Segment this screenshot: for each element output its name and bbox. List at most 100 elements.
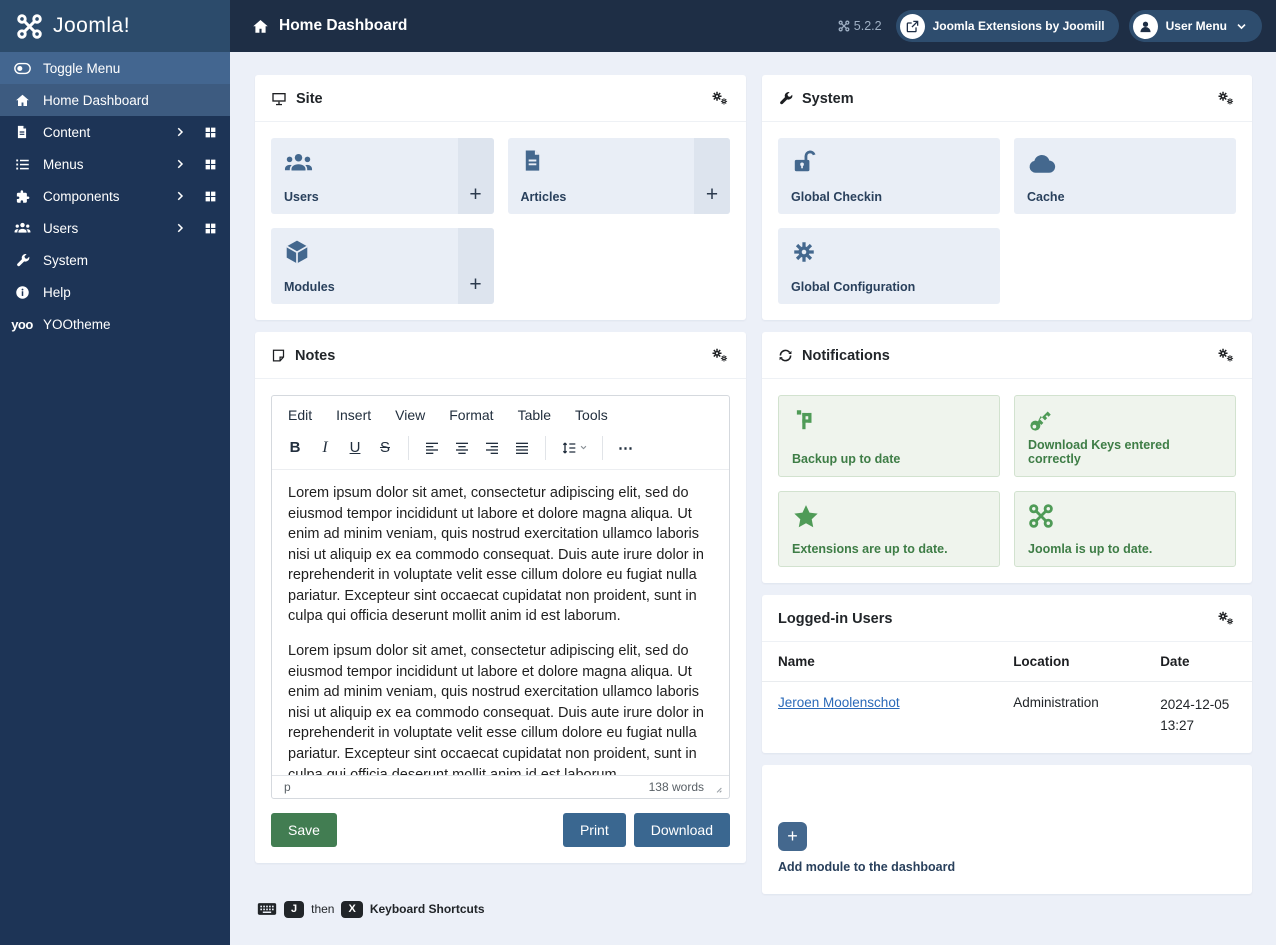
- justify-button[interactable]: [507, 434, 537, 461]
- sidebar-item-toggle-menu[interactable]: Toggle Menu: [0, 52, 230, 84]
- align-left-button[interactable]: [417, 434, 447, 461]
- sidebar-item-home-dashboard[interactable]: Home Dashboard: [0, 84, 230, 116]
- card-label: Global Checkin: [791, 190, 882, 204]
- bold-button[interactable]: B: [280, 434, 310, 461]
- sidebar-item-help[interactable]: Help: [0, 276, 230, 308]
- menu-view[interactable]: View: [395, 407, 425, 423]
- modules-add-button[interactable]: +: [457, 228, 494, 304]
- user-name-link[interactable]: Jeroen Moolenschot: [778, 695, 900, 710]
- global-configuration-card[interactable]: Global Configuration: [778, 228, 1000, 304]
- menu-format[interactable]: Format: [449, 407, 493, 423]
- strikethrough-button[interactable]: S: [370, 434, 400, 461]
- align-center-button[interactable]: [447, 434, 477, 461]
- dashboard-grid-icon[interactable]: [204, 190, 217, 203]
- dashboard-grid-icon[interactable]: [204, 158, 217, 171]
- underline-button[interactable]: U: [340, 434, 370, 461]
- dashboard-grid-icon[interactable]: [204, 222, 217, 235]
- more-toolbar-button[interactable]: ⋯: [611, 434, 641, 461]
- sidebar-menu: Toggle Menu Home Dashboard Content Menus: [0, 52, 230, 340]
- italic-button[interactable]: I: [310, 434, 340, 461]
- logo-text: Joomla!: [53, 14, 131, 37]
- menu-table[interactable]: Table: [518, 407, 551, 423]
- sidebar-item-users[interactable]: Users: [0, 212, 230, 244]
- menu-edit[interactable]: Edit: [288, 407, 312, 423]
- card-label: Global Configuration: [791, 280, 916, 294]
- panel-options-button[interactable]: [711, 90, 730, 107]
- global-checkin-card[interactable]: Global Checkin: [778, 138, 1000, 214]
- modules-card[interactable]: Modules +: [271, 228, 494, 304]
- gear-icon: [791, 239, 987, 265]
- resize-handle-icon[interactable]: [710, 781, 723, 794]
- card-label: Users: [284, 190, 319, 204]
- column-header-location: Location: [997, 642, 1145, 682]
- sidebar-item-label: Menus: [43, 156, 84, 172]
- chevron-right-icon[interactable]: [174, 126, 186, 138]
- wrench-icon: [778, 91, 793, 106]
- joomla-update-status-card[interactable]: Joomla is up to date.: [1014, 491, 1236, 567]
- extensions-button[interactable]: Joomla Extensions by Joomill: [895, 10, 1119, 42]
- download-keys-status-card[interactable]: Download Keys entered correctly: [1014, 395, 1236, 477]
- align-right-button[interactable]: [477, 434, 507, 461]
- articles-add-button[interactable]: +: [694, 138, 730, 214]
- logged-in-users-panel: Logged-in Users Name Location Date Jeroe…: [762, 595, 1252, 753]
- column-header-date: Date: [1144, 642, 1252, 682]
- cogs-icon: [1217, 610, 1236, 627]
- users-card[interactable]: Users +: [271, 138, 494, 214]
- table-row: Jeroen Moolenschot Administration 2024-1…: [762, 682, 1252, 753]
- sidebar-item-menus[interactable]: Menus: [0, 148, 230, 180]
- backup-status-card[interactable]: Backup up to date: [778, 395, 1000, 477]
- rich-text-editor: Edit Insert View Format Table Tools B I: [271, 395, 730, 799]
- cogs-icon: [1217, 90, 1236, 107]
- sidebar-item-label: Home Dashboard: [43, 92, 149, 108]
- articles-card[interactable]: Articles +: [507, 138, 730, 214]
- document-icon: [13, 125, 31, 139]
- panel-options-button[interactable]: [1217, 347, 1236, 364]
- chevron-right-icon[interactable]: [174, 158, 186, 170]
- panel-options-button[interactable]: [1217, 90, 1236, 107]
- sidebar-item-label: YOOtheme: [43, 316, 111, 332]
- right-column: System Global Checkin Cache Global Confi…: [762, 75, 1252, 894]
- joomla-logo-icon: [16, 13, 43, 40]
- toolbar-separator: [602, 435, 603, 460]
- users-add-button[interactable]: +: [457, 138, 494, 214]
- download-button[interactable]: Download: [633, 813, 730, 847]
- yootheme-icon: yoo: [11, 316, 33, 332]
- sidebar-item-label: Content: [43, 124, 91, 140]
- user-menu-button[interactable]: User Menu: [1128, 10, 1262, 42]
- line-height-button[interactable]: [554, 434, 594, 461]
- sidebar-item-yootheme[interactable]: yoo YOOtheme: [0, 308, 230, 340]
- save-button[interactable]: Save: [271, 813, 337, 847]
- left-column: Site Users + Articles + Modules + Notes …: [255, 75, 746, 863]
- page-title: Home Dashboard: [279, 17, 408, 34]
- sidebar-item-components[interactable]: Components: [0, 180, 230, 212]
- menu-insert[interactable]: Insert: [336, 407, 371, 423]
- key-icon: [1028, 407, 1222, 433]
- extensions-status-card[interactable]: Extensions are up to date.: [778, 491, 1000, 567]
- panel-options-button[interactable]: [1217, 610, 1236, 627]
- chevron-right-icon[interactable]: [174, 222, 186, 234]
- chevron-down-icon: [1235, 20, 1248, 33]
- panel-options-button[interactable]: [711, 347, 730, 364]
- notes-panel-body: Edit Insert View Format Table Tools B I: [255, 379, 746, 863]
- site-panel: Site Users + Articles + Modules +: [255, 75, 746, 320]
- logo-bar: Joomla!: [0, 0, 230, 52]
- panel-title: Notifications: [802, 347, 890, 364]
- keyboard-shortcuts-label[interactable]: Keyboard Shortcuts: [370, 902, 485, 916]
- editor-content[interactable]: Lorem ipsum dolor sit amet, consectetur …: [272, 469, 729, 775]
- add-module-button[interactable]: +: [778, 821, 807, 851]
- sidebar-item-system[interactable]: System: [0, 244, 230, 276]
- sidebar: Joomla! Toggle Menu Home Dashboard Conte…: [0, 0, 230, 945]
- dashboard-grid-icon[interactable]: [204, 126, 217, 139]
- chevron-right-icon[interactable]: [174, 190, 186, 202]
- print-button[interactable]: Print: [562, 813, 626, 847]
- external-link-icon: [899, 13, 925, 39]
- menu-tools[interactable]: Tools: [575, 407, 608, 423]
- add-module-panel: + Add module to the dashboard: [762, 764, 1252, 894]
- notifications-panel: Notifications Backup up to date Download…: [762, 332, 1252, 583]
- system-panel-header: System: [762, 75, 1252, 122]
- note-paragraph: Lorem ipsum dolor sit amet, consectetur …: [288, 643, 704, 775]
- sidebar-item-content[interactable]: Content: [0, 116, 230, 148]
- cache-card[interactable]: Cache: [1014, 138, 1236, 214]
- user-location: Administration: [1013, 695, 1099, 710]
- toolbar-separator: [408, 435, 409, 460]
